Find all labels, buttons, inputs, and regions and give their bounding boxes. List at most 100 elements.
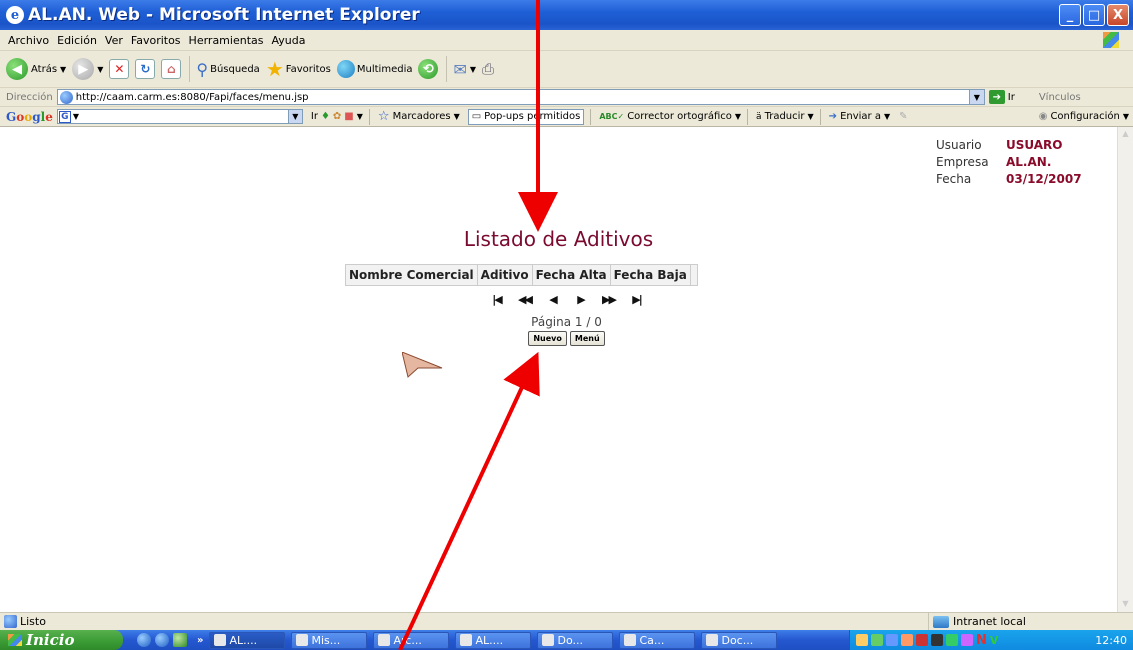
chevron-down-icon: ▼ — [97, 64, 104, 74]
chevron-down-icon: ▼ — [807, 112, 814, 121]
menu-button[interactable]: Menú — [569, 331, 605, 346]
taskbar-item[interactable]: Ca... — [619, 631, 696, 649]
tray-icon[interactable] — [871, 634, 883, 646]
scroll-up-icon[interactable]: ▲ — [1120, 129, 1131, 140]
clock[interactable]: 12:40 — [1095, 634, 1127, 647]
last-page-icon[interactable]: ▶| — [623, 293, 651, 306]
refresh-button[interactable]: ↻ — [135, 59, 156, 79]
links-label[interactable]: Vínculos — [1039, 92, 1081, 103]
vertical-scrollbar[interactable]: ▲ ▼ — [1117, 127, 1133, 612]
word-icon — [460, 634, 473, 646]
column-aditivo[interactable]: Aditivo — [478, 265, 533, 285]
system-tray: N V 12:40 — [849, 630, 1133, 650]
taskbar-item[interactable]: Do... — [537, 631, 614, 649]
menu-edicion[interactable]: Edición — [57, 34, 97, 47]
next-page-icon[interactable]: ▶ — [567, 293, 595, 306]
desktop-quicklaunch-icon[interactable] — [173, 633, 187, 647]
tray-icon[interactable] — [916, 634, 928, 646]
word-icon — [542, 634, 555, 646]
menu-favoritos[interactable]: Favoritos — [131, 34, 181, 47]
google-go-label: Ir — [310, 111, 318, 122]
user-value: USUARO — [1006, 138, 1063, 152]
bookmarks-button[interactable]: ☆ Marcadores ▼ — [378, 109, 460, 124]
stop-button[interactable]: ✕ — [109, 59, 130, 79]
multimedia-button[interactable]: Multimedia — [336, 60, 413, 78]
fast-back-icon[interactable]: ◀◀ — [511, 293, 539, 306]
back-button[interactable]: ◀ Atrás ▼ — [6, 58, 66, 80]
settings-button[interactable]: ◉ Configuración ▼ — [1039, 111, 1129, 122]
forward-button[interactable]: ▶ ▼ — [72, 58, 103, 80]
toolbar-separator — [368, 108, 370, 125]
google-dropdown-icon[interactable]: ▼ — [287, 110, 302, 123]
tray-icon[interactable] — [901, 634, 913, 646]
folder-icon — [296, 634, 309, 646]
start-button[interactable]: Inicio — [0, 630, 123, 650]
menu-ayuda[interactable]: Ayuda — [271, 34, 305, 47]
menu-archivo[interactable]: Archivo — [8, 34, 49, 47]
tray-icon[interactable] — [961, 634, 973, 646]
menu-herramientas[interactable]: Herramientas — [189, 34, 264, 47]
v-tray-icon[interactable]: V — [990, 634, 999, 647]
tray-icon[interactable] — [931, 634, 943, 646]
menu-ver[interactable]: Ver — [105, 34, 123, 47]
taskbar-item[interactable]: Arc... — [373, 631, 450, 649]
outlook-quicklaunch-icon[interactable] — [155, 633, 169, 647]
taskbar-item[interactable]: AL.... — [209, 631, 286, 649]
ie-quicklaunch-icon[interactable] — [137, 633, 151, 647]
google-go-button[interactable]: Ir ♦ ✿ ■ ▼ — [311, 111, 363, 122]
multimedia-label: Multimedia — [356, 63, 413, 75]
menu-bar: Archivo Edición Ver Favoritos Herramient… — [0, 30, 1133, 51]
company-value: AL.AN. — [1006, 155, 1052, 169]
spellcheck-button[interactable]: ABC✓ Corrector ortográfico ▼ — [599, 111, 741, 122]
home-button[interactable]: ⌂ — [161, 59, 182, 79]
google-search-input[interactable]: G ▼ ▼ — [56, 109, 303, 124]
translate-button[interactable]: ä Traducir ▼ — [756, 111, 814, 122]
star-outline-icon: ☆ — [377, 109, 390, 124]
arrow-icon: ♦ — [320, 111, 330, 122]
new-button[interactable]: Nuevo — [528, 331, 567, 346]
go-button[interactable]: ➔ Ir — [988, 90, 1015, 104]
history-button[interactable]: ⟲ — [418, 59, 439, 79]
column-fecha-alta[interactable]: Fecha Alta — [533, 265, 611, 285]
tray-icon[interactable] — [856, 634, 868, 646]
close-button[interactable]: X — [1107, 4, 1129, 26]
taskbar-item[interactable]: Mis... — [291, 631, 368, 649]
taskbar-item[interactable]: AL.... — [455, 631, 532, 649]
ie-logo-icon: e — [6, 6, 24, 24]
print-button[interactable]: ⎙ — [482, 60, 494, 78]
minimize-button[interactable]: _ — [1059, 4, 1081, 26]
chevron-down-icon: ▼ — [356, 112, 363, 121]
page-done-icon — [4, 615, 17, 628]
toolbar-separator — [819, 108, 821, 125]
history-icon: ⟲ — [418, 59, 439, 79]
google-logo: Google — [6, 109, 53, 124]
send-to-button[interactable]: ➔ Enviar a ▼ ✎ — [829, 111, 908, 122]
maximize-button[interactable]: □ — [1083, 4, 1105, 26]
task-label: AL.... — [475, 633, 504, 647]
mail-button[interactable]: ✉ ▼ — [453, 60, 476, 79]
prev-page-icon[interactable]: ◀ — [539, 293, 567, 306]
address-input[interactable]: http://caam.carm.es:8080/Fapi/faces/menu… — [56, 89, 985, 105]
n-tray-icon[interactable]: N — [976, 633, 987, 648]
search-button[interactable]: ⚲ Búsqueda — [196, 60, 259, 79]
stop-icon: ✕ — [109, 59, 130, 79]
mail-icon: ✉ — [453, 59, 467, 79]
tray-icon[interactable] — [886, 634, 898, 646]
fast-forward-icon[interactable]: ▶▶ — [595, 293, 623, 306]
taskbar-item[interactable]: Doc... — [701, 631, 778, 649]
quick-launch: » — [137, 633, 203, 647]
column-nombre-comercial[interactable]: Nombre Comercial — [346, 265, 478, 285]
popups-button[interactable]: ▭ Pop-ups permitidos — [467, 108, 585, 125]
refresh-icon: ↻ — [135, 59, 156, 79]
address-dropdown-icon[interactable]: ▼ — [968, 90, 984, 104]
quicklaunch-more-icon[interactable]: » — [197, 635, 203, 646]
column-fecha-baja[interactable]: Fecha Baja — [611, 265, 691, 285]
scroll-down-icon[interactable]: ▼ — [1120, 599, 1131, 610]
window-titlebar[interactable]: e AL.AN. Web - Microsoft Internet Explor… — [0, 0, 1133, 30]
tray-icon[interactable] — [946, 634, 958, 646]
news-icon: ✿ — [332, 111, 342, 122]
bookmarks-label: Marcadores — [392, 111, 451, 122]
first-page-icon[interactable]: |◀ — [483, 293, 511, 306]
favorites-button[interactable]: ★ Favoritos — [266, 57, 331, 81]
windows-flag-icon — [1103, 32, 1119, 48]
